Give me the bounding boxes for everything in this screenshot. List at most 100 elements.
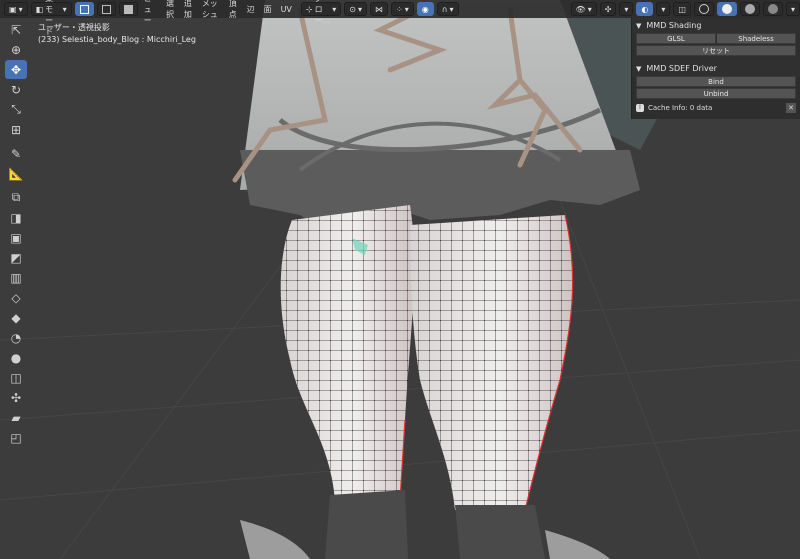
shrink-fatten-icon: ✣	[10, 390, 22, 405]
menu-face[interactable]: 面	[261, 4, 275, 15]
wireframe-shading-icon	[698, 4, 709, 14]
face-icon	[123, 4, 133, 14]
mode-dropdown[interactable]: ◧編集モード▾	[30, 0, 72, 36]
poly-build-tool[interactable]: ◆	[5, 308, 27, 327]
object-info: (233) Selestia_body_Blog : Micchiri_Leg	[38, 35, 196, 44]
measure-tool[interactable]: 📐	[5, 164, 27, 183]
shrink-fatten-tool[interactable]: ✣	[5, 388, 27, 407]
select-arrow-icon: ⇱	[10, 22, 22, 37]
chevron-down-icon: ▾	[587, 4, 592, 14]
snap-dropdown[interactable]: ⁘ ▾	[390, 2, 414, 16]
snap-toggle[interactable]: ⋈	[369, 2, 388, 16]
editor-type-button[interactable]: ▣ ▾	[4, 2, 28, 16]
mmd-shading-header[interactable]: ▼ MMD Shading	[632, 18, 800, 33]
pivot-dropdown[interactable]: ⊙ ▾	[344, 2, 367, 16]
transform-tool[interactable]: ⊞	[5, 120, 27, 139]
inset-icon: ▣	[10, 230, 22, 245]
menu-mesh[interactable]: メッシュ	[199, 0, 223, 20]
annotate-tool[interactable]: ✎	[5, 144, 27, 163]
chevron-down-icon: ▾	[449, 4, 454, 14]
menu-select[interactable]: 選択	[163, 0, 178, 20]
shading-material-button[interactable]	[739, 2, 760, 16]
gizmo-dropdown[interactable]: ▾	[619, 2, 634, 16]
shading-dropdown[interactable]: ▾	[785, 2, 800, 16]
orientation-dropdown[interactable]: ⊹グロー...▾	[300, 0, 342, 25]
extrude-tool[interactable]: ◨	[5, 208, 27, 227]
bevel-icon: ◩	[10, 250, 22, 265]
snap-grid-icon: ⁘	[395, 4, 403, 14]
pencil-icon: ✎	[10, 146, 22, 161]
bevel-tool[interactable]: ◩	[5, 248, 27, 267]
shading-wireframe-button[interactable]	[693, 2, 714, 16]
bind-button[interactable]: Bind	[636, 76, 796, 87]
rotate-tool[interactable]: ↻	[5, 80, 27, 99]
visibility-dropdown[interactable]: 👁 ▾	[570, 2, 597, 16]
reset-button[interactable]: リセット	[636, 45, 796, 56]
chevron-down-icon: ▾	[18, 4, 23, 14]
move-tool[interactable]: ✥	[5, 60, 27, 79]
chevron-down-icon: ▾	[357, 4, 362, 14]
chevron-down-icon: ▼	[636, 64, 642, 73]
orientation-label: グロー...	[314, 0, 331, 25]
menu-add[interactable]: 追加	[181, 0, 196, 20]
face-select-button[interactable]	[118, 2, 138, 16]
move-icon: ✥	[10, 62, 22, 77]
rip-icon: ◰	[10, 430, 22, 445]
clear-cache-icon[interactable]: ✕	[786, 102, 796, 113]
overlays-dropdown[interactable]: ▾	[656, 2, 671, 16]
edge-select-button[interactable]	[96, 2, 116, 16]
add-cube-tool[interactable]: ⧉	[5, 188, 27, 207]
shading-rendered-button[interactable]	[762, 2, 783, 16]
gizmo-icon: ✣	[604, 4, 612, 14]
shading-solid-button[interactable]	[716, 2, 737, 16]
menu-vertex[interactable]: 頂点	[226, 0, 241, 20]
material-shading-icon	[744, 4, 755, 14]
rip-tool[interactable]: ◰	[5, 428, 27, 447]
tool-shelf: ⇱ ⊕ ✥ ↻ ⤡ ⊞ ✎ 📐 ⧉ ◨ ▣ ◩ ▥ ◇ ◆ ◔ ● ◫ ✣ ▰ …	[4, 20, 28, 448]
magnet-icon: ⋈	[374, 4, 383, 14]
smooth-tool[interactable]: ●	[5, 348, 27, 367]
gizmo-toggle[interactable]: ✣	[599, 2, 617, 16]
chevron-down-icon: ▼	[636, 21, 642, 30]
rotate-icon: ↻	[10, 82, 22, 97]
overlays-icon: ◐	[641, 4, 649, 14]
loop-cut-icon: ▥	[10, 270, 22, 285]
loop-cut-tool[interactable]: ▥	[5, 268, 27, 287]
falloff-dropdown[interactable]: ∩ ▾	[436, 2, 459, 16]
cube-icon: ▣	[9, 4, 17, 14]
solid-shading-icon	[721, 4, 732, 14]
cursor-tool[interactable]: ⊕	[5, 40, 27, 59]
vertex-select-button[interactable]	[74, 2, 94, 16]
knife-tool[interactable]: ◇	[5, 288, 27, 307]
select-box-tool[interactable]: ⇱	[5, 20, 27, 39]
vertex-icon	[79, 4, 89, 14]
unbind-button[interactable]: Unbind	[636, 88, 796, 99]
overlays-toggle[interactable]: ◐	[636, 2, 654, 16]
proportional-edit-toggle[interactable]: ◉	[416, 2, 434, 16]
scale-tool[interactable]: ⤡	[5, 100, 27, 119]
cursor-icon: ⊕	[10, 42, 22, 57]
edge-slide-tool[interactable]: ◫	[5, 368, 27, 387]
rendered-shading-icon	[767, 4, 778, 14]
eye-icon: 👁	[575, 4, 586, 14]
sidebar-panel: ▼ MMD Shading GLSL Shadeless リセット ▼ MMD …	[631, 18, 800, 119]
shear-tool[interactable]: ▰	[5, 408, 27, 427]
pivot-icon: ⊙	[349, 4, 356, 14]
spin-tool[interactable]: ◔	[5, 328, 27, 347]
mmd-shading-title: MMD Shading	[646, 21, 702, 30]
shadeless-button[interactable]: Shadeless	[716, 33, 796, 44]
xray-toggle[interactable]: ◫	[673, 2, 691, 16]
inset-tool[interactable]: ▣	[5, 228, 27, 247]
glsl-button[interactable]: GLSL	[636, 33, 716, 44]
proportional-icon: ◉	[421, 4, 429, 14]
menu-uv[interactable]: UV	[278, 5, 295, 14]
chevron-down-icon: ▾	[790, 4, 795, 14]
xray-icon: ◫	[678, 4, 686, 14]
add-cube-icon: ⧉	[11, 190, 21, 204]
transform-icon: ⊞	[10, 122, 22, 137]
chevron-down-icon: ▾	[624, 4, 629, 14]
mmd-sdef-title: MMD SDEF Driver	[646, 64, 717, 73]
menu-edge[interactable]: 辺	[244, 4, 258, 15]
mmd-sdef-header[interactable]: ▼ MMD SDEF Driver	[632, 61, 800, 76]
chevron-down-icon: ▾	[332, 4, 337, 14]
